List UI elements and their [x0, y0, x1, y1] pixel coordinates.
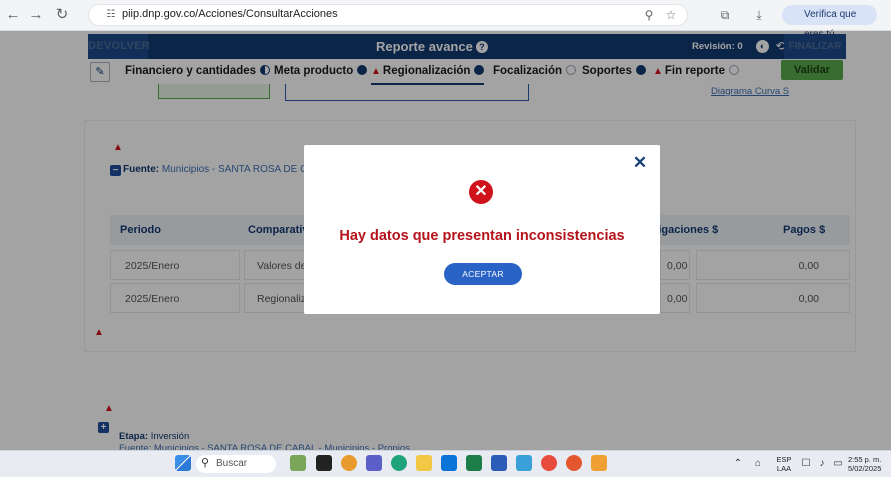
word-icon[interactable] — [491, 455, 507, 471]
site-info-icon[interactable]: ☷ — [104, 8, 118, 22]
outlook-icon[interactable] — [441, 455, 457, 471]
extensions-icon[interactable]: ⧉ — [717, 7, 733, 23]
back-icon[interactable]: ← — [3, 5, 23, 25]
dialog-message: Hay datos que presentan inconsistencias — [339, 228, 625, 244]
widgets-icon[interactable] — [290, 455, 306, 471]
edge-icon[interactable] — [391, 455, 407, 471]
close-icon[interactable]: ✕ — [631, 154, 649, 172]
store-icon[interactable] — [516, 455, 532, 471]
forward-icon[interactable]: → — [26, 5, 46, 25]
battery-icon[interactable]: ▭ — [832, 458, 844, 470]
chrome-icon[interactable] — [541, 455, 557, 471]
address-url[interactable]: piip.dnp.gov.co/Acciones/ConsultarAccion… — [122, 8, 338, 20]
verify-identity-chip[interactable]: Verifica que eres tú — [782, 5, 877, 40]
download-icon[interactable]: ⤓ — [751, 7, 767, 23]
volume-icon[interactable]: ♪ — [816, 458, 828, 470]
firefox-icon[interactable] — [566, 455, 582, 471]
inconsistency-dialog: ✕ ✕ Hay datos que presentan inconsistenc… — [304, 145, 660, 314]
windows-start-icon[interactable] — [175, 455, 191, 471]
browser-toolbar: ← → ↻ ☷ piip.dnp.gov.co/Acciones/Consult… — [0, 0, 891, 40]
teams-icon[interactable] — [366, 455, 382, 471]
chevron-up-icon[interactable]: ⌃ — [732, 458, 744, 470]
language-indicator[interactable]: ESP LAA — [776, 455, 792, 473]
wifi-icon[interactable]: ☐ — [800, 458, 812, 470]
windows-taskbar: Buscar ⚲ ⌃ ⌂ ESP LAA ☐ ♪ ▭ 2:55 p. m. 5/02… — [0, 450, 891, 477]
task-view-icon[interactable] — [316, 455, 332, 471]
search-icon: ⚲ — [201, 457, 210, 469]
excel-icon[interactable] — [466, 455, 482, 471]
network-icon[interactable]: ⌂ — [752, 458, 764, 470]
aceptar-button[interactable]: ACEPTAR — [444, 263, 522, 285]
file-explorer-icon[interactable] — [416, 455, 432, 471]
photos-app-icon[interactable] — [341, 455, 357, 471]
reload-icon[interactable]: ↻ — [52, 5, 72, 25]
error-icon: ✕ — [469, 180, 493, 204]
clock[interactable]: 2:55 p. m. 5/02/2025 — [848, 455, 890, 473]
bookmark-star-icon[interactable]: ☆ — [663, 7, 679, 23]
zoom-icon[interactable]: ⚲ — [641, 7, 657, 23]
app-icon[interactable] — [591, 455, 607, 471]
